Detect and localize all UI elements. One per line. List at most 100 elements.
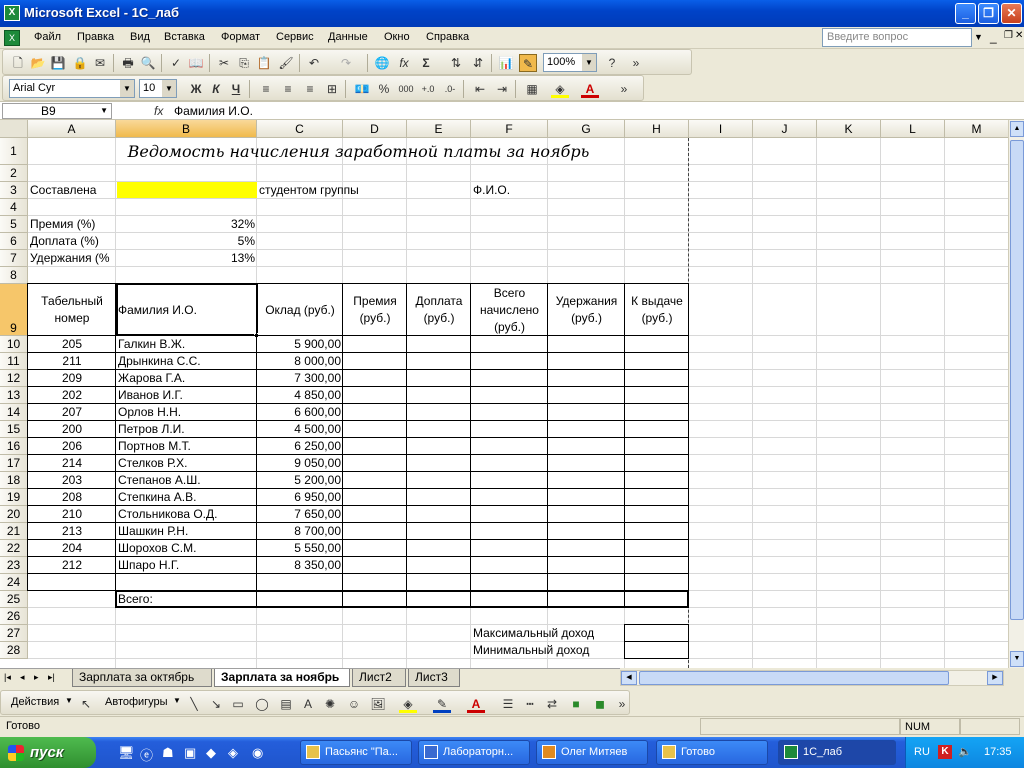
save-icon[interactable]: 💾 [49, 54, 67, 72]
scroll-right-icon[interactable]: ▶ [987, 671, 1003, 685]
last-sheet-icon[interactable]: ▸| [48, 672, 55, 683]
task-button[interactable]: Лабораторн... [418, 740, 530, 765]
sheet-tab[interactable]: Лист3 [408, 669, 460, 687]
start-button[interactable]: пуск [0, 737, 96, 768]
spreadsheet-grid[interactable]: A B C D E F G H I J K L M 1 2 3 4 5 6 7 8 9 10 11 12 13 14 15 16 17 18… [0, 120, 1008, 668]
row-header[interactable]: 9 [0, 284, 28, 336]
menu-view[interactable]: Вид [130, 31, 150, 43]
fill-color-icon[interactable]: ◈ [399, 695, 417, 713]
menu-edit[interactable]: Правка [77, 31, 114, 43]
dash-style-icon[interactable]: ┅ [521, 695, 539, 713]
row-header[interactable]: 4 [0, 199, 28, 216]
sort-ascending-icon[interactable]: ⇅ [447, 54, 465, 72]
row-header[interactable]: 27 [0, 625, 28, 642]
select-objects-icon[interactable]: ↖ [77, 695, 95, 713]
column-header[interactable]: D [343, 120, 407, 138]
underline-button[interactable]: Ч [227, 80, 245, 98]
3d-icon[interactable]: ◼ [591, 695, 609, 713]
arrow-icon[interactable]: ↘ [207, 695, 225, 713]
next-sheet-icon[interactable]: ▸ [34, 672, 39, 683]
column-header[interactable]: I [689, 120, 753, 138]
wordart-icon[interactable]: A [299, 695, 317, 713]
row-header[interactable]: 10 [0, 336, 28, 353]
column-header[interactable]: C [257, 120, 343, 138]
column-header[interactable]: K [817, 120, 881, 138]
chevron-down-icon[interactable]: ▼ [65, 696, 73, 705]
chart-wizard-icon[interactable]: 📊 [497, 54, 515, 72]
thousands-button[interactable]: 000 [397, 80, 415, 98]
language-indicator[interactable]: RU [914, 737, 930, 768]
hyperlink-icon[interactable]: 🌐 [373, 54, 391, 72]
row-header[interactable]: 22 [0, 540, 28, 557]
menu-insert[interactable]: Вставка [164, 31, 205, 43]
open-icon[interactable]: 📂 [29, 54, 47, 72]
first-sheet-icon[interactable]: |◂ [4, 672, 11, 683]
player-icon[interactable]: ◉ [252, 745, 263, 761]
borders-icon[interactable]: ▦ [523, 80, 541, 98]
row-header[interactable]: 19 [0, 489, 28, 506]
column-header[interactable]: M [945, 120, 1008, 138]
row-header[interactable]: 14 [0, 404, 28, 421]
rectangle-icon[interactable]: ▭ [229, 695, 247, 713]
row-header[interactable]: 5 [0, 216, 28, 233]
row-header[interactable]: 3 [0, 182, 28, 199]
close-button[interactable]: ✕ [1001, 3, 1022, 24]
volume-icon[interactable]: 🔈 [958, 745, 972, 759]
select-all-corner[interactable] [0, 120, 28, 138]
increase-decimal-icon[interactable]: +.0 [419, 80, 437, 98]
toolbar-options-icon[interactable]: » [627, 54, 645, 72]
chevron-down-icon[interactable]: ▼ [120, 80, 134, 97]
row-header[interactable]: 24 [0, 574, 28, 591]
sort-descending-icon[interactable]: ⇵ [469, 54, 487, 72]
column-header[interactable]: H [625, 120, 689, 138]
row-header[interactable]: 25 [0, 591, 28, 608]
row-header[interactable]: 26 [0, 608, 28, 625]
copy-icon[interactable]: ⎘ [235, 54, 253, 72]
doc-close-icon[interactable]: ✕ [1015, 30, 1023, 41]
column-header[interactable]: G [548, 120, 625, 138]
font-select[interactable]: Arial Cyr ▼ [9, 79, 135, 98]
sheet-tab-active[interactable]: Зарплата за ноябрь [214, 669, 350, 687]
scroll-down-icon[interactable]: ▼ [1010, 651, 1024, 667]
drawing-toggle-icon[interactable]: ✎ [519, 54, 537, 72]
row-header[interactable]: 8 [0, 267, 28, 284]
zoom-select[interactable]: 100% ▼ [543, 53, 597, 72]
formula-input[interactable]: Фамилия И.О. [174, 103, 253, 119]
increase-indent-icon[interactable]: ⇥ [493, 80, 511, 98]
new-icon[interactable]: 🗋 [9, 54, 27, 72]
chevron-down-icon[interactable]: ▼ [173, 696, 181, 705]
scroll-up-icon[interactable]: ▲ [1010, 121, 1024, 137]
line-icon[interactable]: ╲ [185, 695, 203, 713]
toolbar-options-icon[interactable]: » [615, 80, 633, 98]
task-button[interactable]: Готово [656, 740, 768, 765]
print-icon[interactable]: 🖶 [119, 54, 137, 72]
row-header[interactable]: 1 [0, 138, 28, 165]
menu-tools[interactable]: Сервис [276, 31, 314, 43]
column-header[interactable]: J [753, 120, 817, 138]
task-button-active[interactable]: 1С_лаб [778, 740, 896, 765]
row-header[interactable]: 15 [0, 421, 28, 438]
toolbar-options-icon[interactable]: » [613, 695, 631, 713]
paste-icon[interactable]: 📋 [255, 54, 273, 72]
textbox-icon[interactable]: ▤ [277, 695, 295, 713]
decrease-indent-icon[interactable]: ⇤ [471, 80, 489, 98]
chevron-down-icon[interactable]: ▼ [100, 104, 108, 118]
vertical-scroll-thumb[interactable] [1010, 140, 1024, 620]
permission-icon[interactable]: 🔒 [71, 54, 89, 72]
ie-icon[interactable]: ⓔ [140, 745, 153, 764]
undo-icon[interactable]: ↶ [305, 54, 323, 72]
menu-file[interactable]: Файл [34, 31, 61, 43]
app-icon[interactable]: ▣ [184, 745, 196, 761]
align-left-icon[interactable]: ≡ [257, 80, 275, 98]
diagram-icon[interactable]: ✺ [321, 695, 339, 713]
row-header[interactable]: 11 [0, 353, 28, 370]
bold-button[interactable]: Ж [187, 80, 205, 98]
ask-dropdown-icon[interactable]: ▼ [974, 32, 983, 42]
horizontal-scrollbar[interactable]: ◀ ▶ [620, 670, 1004, 686]
menu-data[interactable]: Данные [328, 31, 368, 43]
column-header[interactable]: L [881, 120, 945, 138]
column-header[interactable]: B [116, 120, 257, 138]
app-icon[interactable]: ◈ [228, 745, 238, 761]
italic-button[interactable]: К [207, 80, 225, 98]
column-header[interactable]: F [471, 120, 548, 138]
